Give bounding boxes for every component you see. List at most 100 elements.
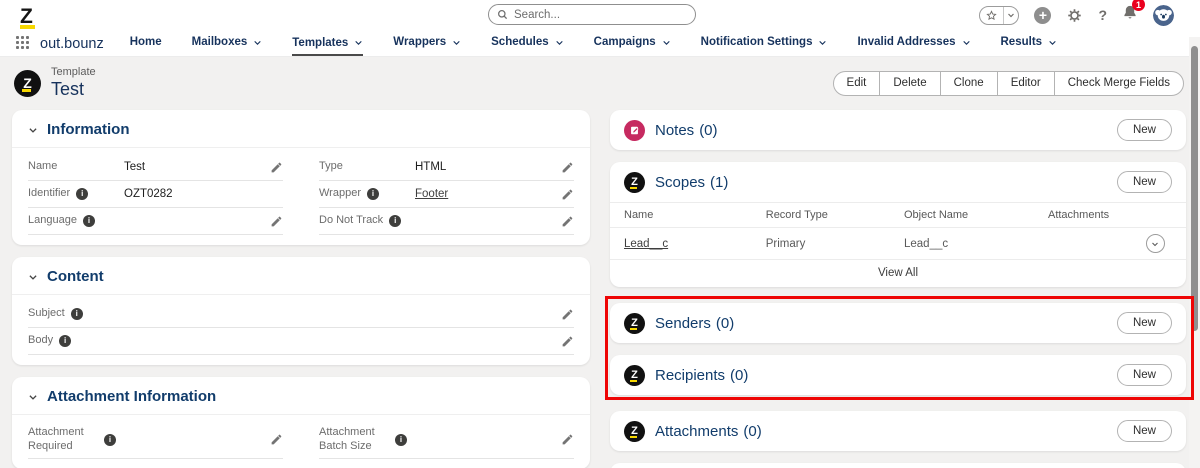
field-updates-related-list: Z Field Updates (0) New [610,463,1186,468]
edit-pencil-icon[interactable] [561,308,574,321]
edit-pencil-icon[interactable] [561,335,574,348]
info-icon[interactable]: i [104,433,116,446]
app-navigation: out.bounz Home Mailboxes Templates Wrapp… [0,30,1200,57]
recipients-related-list: Z Recipients (0) New [610,355,1186,395]
notes-related-list: Notes (0) New [610,110,1186,150]
recipients-title-link[interactable]: Recipients (0) [655,367,748,384]
new-recipient-button[interactable]: New [1116,364,1172,386]
edit-pencil-icon[interactable] [561,433,574,446]
attachment-information-section-header[interactable]: Attachment Information [12,377,590,415]
edit-button[interactable]: Edit [832,70,881,96]
chevron-down-icon[interactable] [818,38,827,47]
edit-pencil-icon[interactable] [270,161,283,174]
brand-logo[interactable]: Z [20,6,35,29]
row-actions-dropdown-icon[interactable] [1145,234,1165,253]
chevron-down-icon[interactable] [354,38,363,47]
notifications-button[interactable]: 1 [1122,0,1145,26]
new-note-button[interactable]: New [1116,119,1172,141]
attachments-title-link[interactable]: Attachments (0) [655,423,762,440]
information-card: Information Name Test Type HTML Identifi… [12,110,590,245]
global-search[interactable] [488,4,696,25]
notes-title-link[interactable]: Notes (0) [655,122,718,139]
info-icon[interactable]: i [59,335,72,347]
info-icon[interactable]: i [389,215,402,227]
section-title: Information [47,121,130,138]
chevron-down-icon[interactable] [1048,38,1057,47]
chevron-down-icon[interactable] [555,38,564,47]
favorites-dropdown-icon[interactable] [1004,11,1018,19]
new-scope-button[interactable]: New [1116,171,1172,193]
info-icon[interactable]: i [395,433,407,446]
quick-create-icon[interactable]: + [1034,6,1052,24]
delete-button[interactable]: Delete [879,70,941,96]
edit-pencil-icon[interactable] [561,161,574,174]
nav-item-invalid-addresses[interactable]: Invalid Addresses [857,36,970,56]
nav-item-results[interactable]: Results [1001,36,1058,56]
nav-item-campaigns[interactable]: Campaigns [594,36,671,56]
app-name[interactable]: out.bounz [40,36,104,52]
edit-pencil-icon[interactable] [270,215,283,228]
info-icon[interactable]: i [76,188,89,200]
check-merge-fields-button[interactable]: Check Merge Fields [1053,70,1184,96]
information-section-header[interactable]: Information [12,110,590,148]
star-icon[interactable] [980,9,1003,21]
content-card: Content Subject i Body i [12,257,590,365]
column-header-record-type[interactable]: Record Type [759,202,898,228]
red-highlight-annotation: Z Senders (0) New Z Recipients (0) New [605,296,1194,400]
chevron-down-icon[interactable] [662,38,671,47]
chevron-down-icon[interactable] [28,272,38,282]
nav-item-notification-settings[interactable]: Notification Settings [701,36,828,56]
scrollbar-thumb[interactable] [1191,46,1198,331]
info-icon[interactable]: i [366,188,379,200]
help-icon[interactable]: ? [1098,7,1107,23]
nav-item-templates[interactable]: Templates [292,37,364,56]
record-header: Z Template Test Edit Delete Clone Editor… [14,66,1184,100]
chevron-down-icon[interactable] [962,38,971,47]
edit-pencil-icon[interactable] [561,188,574,201]
chevron-down-icon[interactable] [452,38,461,47]
column-header-name[interactable]: Name [610,202,760,228]
clone-button[interactable]: Clone [939,70,998,96]
user-avatar[interactable] [1153,4,1174,26]
column-header-attachments[interactable]: Attachments [1041,202,1140,228]
nav-item-home[interactable]: Home [130,36,162,56]
setup-gear-icon[interactable] [1066,7,1083,24]
edit-pencil-icon[interactable] [561,215,574,228]
view-all-link[interactable]: View All [610,260,1186,287]
attachment-information-card: Attachment Information Attachment Requir… [12,377,590,468]
app-launcher-icon[interactable] [16,36,30,50]
field-identifier: Identifier i OZT0282 [28,181,283,208]
attachment-icon: Z [624,420,645,442]
info-icon[interactable]: i [82,215,95,227]
scope-object-name: Lead__c [897,227,1042,260]
field-attachment-required: Attachment Required i [28,421,283,459]
scopes-related-list: Z Scopes (1) New Name Record Type Object… [610,162,1186,287]
nav-item-mailboxes[interactable]: Mailboxes [192,36,263,56]
chevron-down-icon[interactable] [28,125,38,135]
nav-item-schedules[interactable]: Schedules [491,36,564,56]
new-sender-button[interactable]: New [1116,312,1172,334]
attachments-count: (0) [743,422,762,440]
field-wrapper-value[interactable]: Footer [415,188,561,200]
content-section-header[interactable]: Content [12,257,590,295]
scope-name-link[interactable]: Lead__c [624,238,668,250]
scopes-title-link[interactable]: Scopes (1) [655,174,728,191]
field-identifier-value: OZT0282 [124,188,173,200]
senders-title-link[interactable]: Senders (0) [655,315,734,332]
info-icon[interactable]: i [70,308,83,320]
table-row: Lead__c Primary Lead__c [610,227,1186,260]
chevron-down-icon[interactable] [28,392,38,402]
editor-button[interactable]: Editor [996,70,1055,96]
search-input[interactable] [514,8,687,21]
favorites-button[interactable] [979,5,1020,25]
record-entity-label: Template [51,66,96,78]
nav-item-wrappers[interactable]: Wrappers [393,36,461,56]
chevron-down-icon[interactable] [253,38,262,47]
record-action-group: Edit Delete Clone Editor Check Merge Fie… [832,70,1184,96]
template-record-icon: Z [14,69,41,97]
field-body: Body i [28,328,574,355]
section-title: Content [47,268,104,285]
edit-pencil-icon[interactable] [270,433,283,446]
column-header-object-name[interactable]: Object Name [897,202,1042,228]
new-attachment-button[interactable]: New [1116,420,1172,442]
